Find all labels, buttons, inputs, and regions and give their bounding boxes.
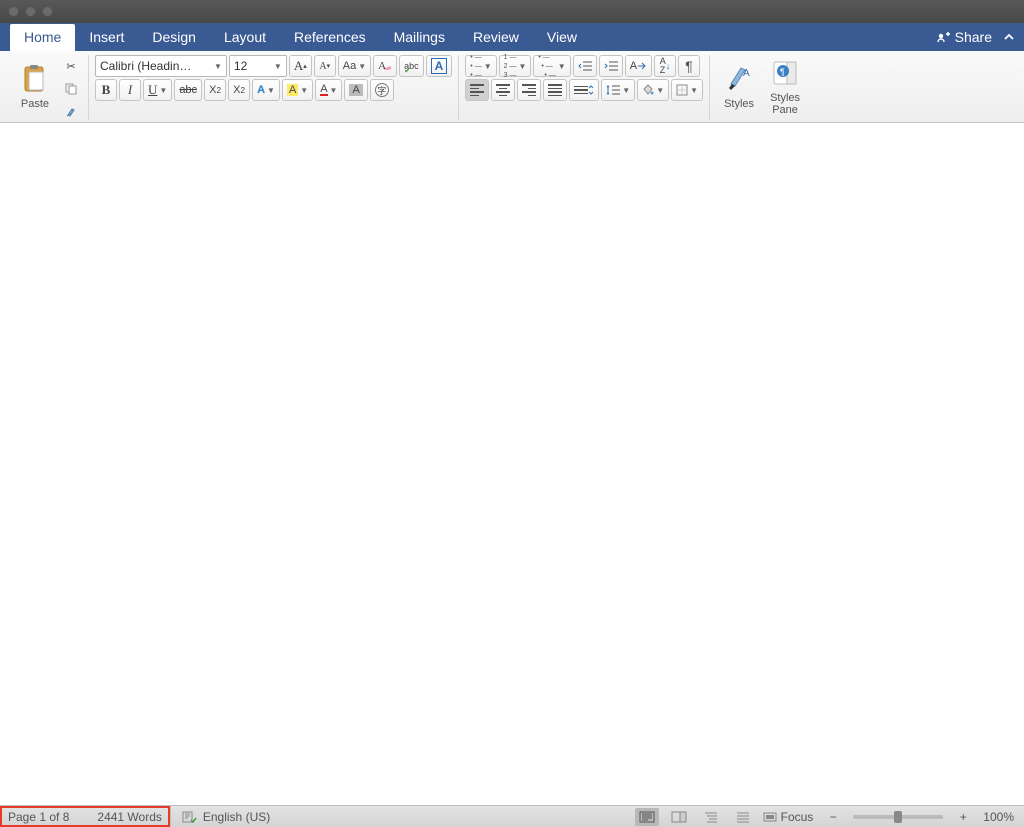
minimize-window-button[interactable] (25, 6, 36, 17)
styles-pane-icon: ¶ (770, 56, 800, 90)
draft-view-button[interactable] (731, 808, 755, 826)
styles-label: Styles (724, 98, 754, 110)
tab-insert[interactable]: Insert (75, 24, 138, 51)
tab-design[interactable]: Design (138, 24, 210, 51)
sort-button[interactable]: AZ↓ (654, 55, 676, 77)
tab-home[interactable]: Home (10, 24, 75, 51)
focus-mode-button[interactable]: Focus (763, 808, 814, 826)
group-styles: A Styles ¶ Styles Pane (710, 55, 814, 120)
share-label: Share (955, 29, 992, 45)
paste-button[interactable]: Paste (12, 55, 58, 117)
focus-icon (763, 811, 777, 823)
font-name-select[interactable]: Calibri (Headin…▼ (95, 55, 227, 77)
zoom-out-button[interactable]: − (821, 808, 845, 826)
cut-button[interactable]: ✂ (60, 55, 82, 77)
justify-button[interactable] (543, 79, 567, 101)
word-count[interactable]: 2441 Words (97, 810, 161, 824)
tab-mailings[interactable]: Mailings (380, 24, 459, 51)
print-layout-view-button[interactable] (635, 808, 659, 826)
grow-font-button[interactable]: A▴ (289, 55, 312, 77)
show-hide-button[interactable]: ¶ (678, 55, 700, 77)
character-border-button[interactable]: A (426, 55, 453, 77)
align-left-button[interactable] (465, 79, 489, 101)
status-highlight: Page 1 of 8 2441 Words (0, 806, 170, 827)
distributed-button[interactable] (569, 79, 599, 101)
increase-indent-button[interactable] (599, 55, 623, 77)
decrease-indent-button[interactable] (573, 55, 597, 77)
clear-formatting-button[interactable]: A (373, 55, 397, 77)
svg-text:A: A (743, 68, 750, 79)
styles-pane-label: Styles Pane (770, 92, 800, 116)
copy-button[interactable] (60, 78, 82, 100)
multilevel-list-button[interactable]: ———▼ (533, 55, 570, 77)
paste-label: Paste (21, 98, 49, 110)
share-button[interactable]: Share (937, 29, 992, 45)
highlight-button[interactable]: A▼ (282, 79, 313, 101)
zoom-window-button[interactable] (42, 6, 53, 17)
language-indicator[interactable]: English (US) (203, 810, 270, 824)
line-spacing-button[interactable]: ▼ (601, 79, 635, 101)
share-icon (937, 31, 951, 43)
page-indicator[interactable]: Page 1 of 8 (8, 810, 69, 824)
brush-icon (65, 106, 77, 118)
strikethrough-button[interactable]: abc (174, 79, 202, 101)
character-shading-button[interactable]: A (344, 79, 367, 101)
group-paragraph: ———▼ ———▼ ———▼ A AZ↓ ¶ ▼ ▼ ▼ (459, 55, 710, 120)
paste-icon (20, 62, 50, 96)
format-painter-button[interactable] (60, 101, 82, 123)
zoom-thumb[interactable] (894, 811, 902, 823)
styles-button[interactable]: A Styles (716, 55, 762, 117)
group-font: Calibri (Headin…▼ 12▼ A▴ A▾ Aa▼ A abc A … (89, 55, 459, 120)
zoom-slider[interactable] (853, 815, 943, 819)
text-effects-button[interactable]: A▼ (252, 79, 280, 101)
shrink-font-button[interactable]: A▾ (314, 55, 336, 77)
collapse-ribbon-button[interactable] (1002, 30, 1016, 44)
change-case-button[interactable]: Aa▼ (338, 55, 371, 77)
ribbon: Paste ✂ Calibri (Headin…▼ 12▼ A▴ A▾ Aa▼ … (0, 51, 1024, 123)
underline-button[interactable]: U▼ (143, 79, 172, 101)
ribbon-tabs-bar: Home Insert Design Layout References Mai… (0, 23, 1024, 51)
spellcheck-icon[interactable] (181, 810, 197, 824)
align-center-button[interactable] (491, 79, 515, 101)
zoom-level[interactable]: 100% (983, 810, 1014, 824)
styles-icon: A (724, 62, 754, 96)
outline-view-button[interactable] (699, 808, 723, 826)
borders-button[interactable]: ▼ (671, 79, 703, 101)
text-direction-button[interactable]: A (625, 55, 652, 77)
bold-button[interactable]: B (95, 79, 117, 101)
font-size-select[interactable]: 12▼ (229, 55, 287, 77)
tab-review[interactable]: Review (459, 24, 533, 51)
tab-references[interactable]: References (280, 24, 380, 51)
phonetic-guide-button[interactable]: abc (399, 55, 424, 77)
italic-button[interactable]: I (119, 79, 141, 101)
superscript-button[interactable]: X2 (228, 79, 250, 101)
subscript-button[interactable]: X2 (204, 79, 226, 101)
group-clipboard: Paste ✂ (6, 55, 89, 120)
align-right-button[interactable] (517, 79, 541, 101)
tab-view[interactable]: View (533, 24, 591, 51)
document-area[interactable] (0, 123, 1024, 805)
close-window-button[interactable] (8, 6, 19, 17)
window-titlebar (0, 0, 1024, 23)
tab-layout[interactable]: Layout (210, 24, 280, 51)
font-color-button[interactable]: A▼ (315, 79, 342, 101)
enclose-characters-button[interactable]: 字 (370, 79, 394, 101)
focus-label: Focus (781, 810, 814, 824)
zoom-in-button[interactable]: + (951, 808, 975, 826)
styles-pane-button[interactable]: ¶ Styles Pane (762, 55, 808, 117)
shading-button[interactable]: ▼ (637, 79, 669, 101)
svg-text:¶: ¶ (780, 67, 785, 77)
numbering-button[interactable]: ———▼ (499, 55, 532, 77)
copy-icon (65, 83, 77, 95)
web-layout-view-button[interactable] (667, 808, 691, 826)
scissors-icon: ✂ (66, 60, 75, 73)
status-bar: Page 1 of 8 2441 Words English (US) Focu… (0, 805, 1024, 827)
bullets-button[interactable]: ———▼ (465, 55, 496, 77)
